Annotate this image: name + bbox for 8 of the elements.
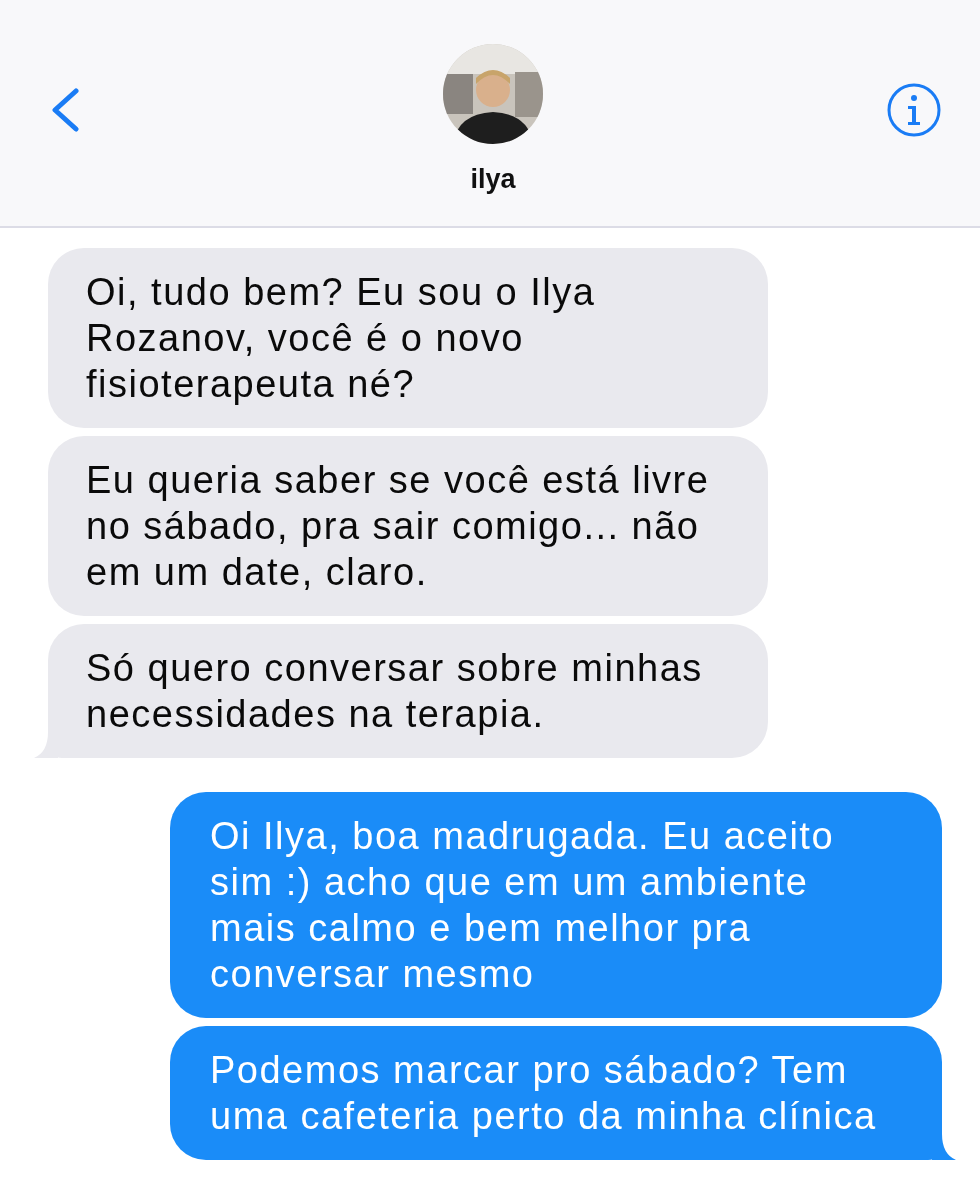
message-bubble: Oi, tudo bem? Eu sou o Ilya Rozanov, você é o novo fisioterapeuta né? bbox=[48, 248, 768, 428]
message-bubble: Só quero conversar sobre minhas necessidades na terapia. bbox=[48, 624, 768, 758]
message-bubble: Oi Ilya, boa madrugada. Eu aceito sim :) acho que em um ambiente mais calmo e bem melhor pra conversar mesmo bbox=[170, 792, 942, 1018]
back-icon[interactable] bbox=[50, 88, 80, 132]
message-bubble: Eu queria saber se você está livre no sábado, pra sair comigo... não em um date, claro. bbox=[48, 436, 768, 616]
info-icon[interactable] bbox=[886, 82, 942, 138]
message-bubble: Podemos marcar pro sábado? Tem uma cafeteria perto da minha clínica bbox=[170, 1026, 942, 1160]
contact-name: ilya bbox=[470, 164, 516, 195]
